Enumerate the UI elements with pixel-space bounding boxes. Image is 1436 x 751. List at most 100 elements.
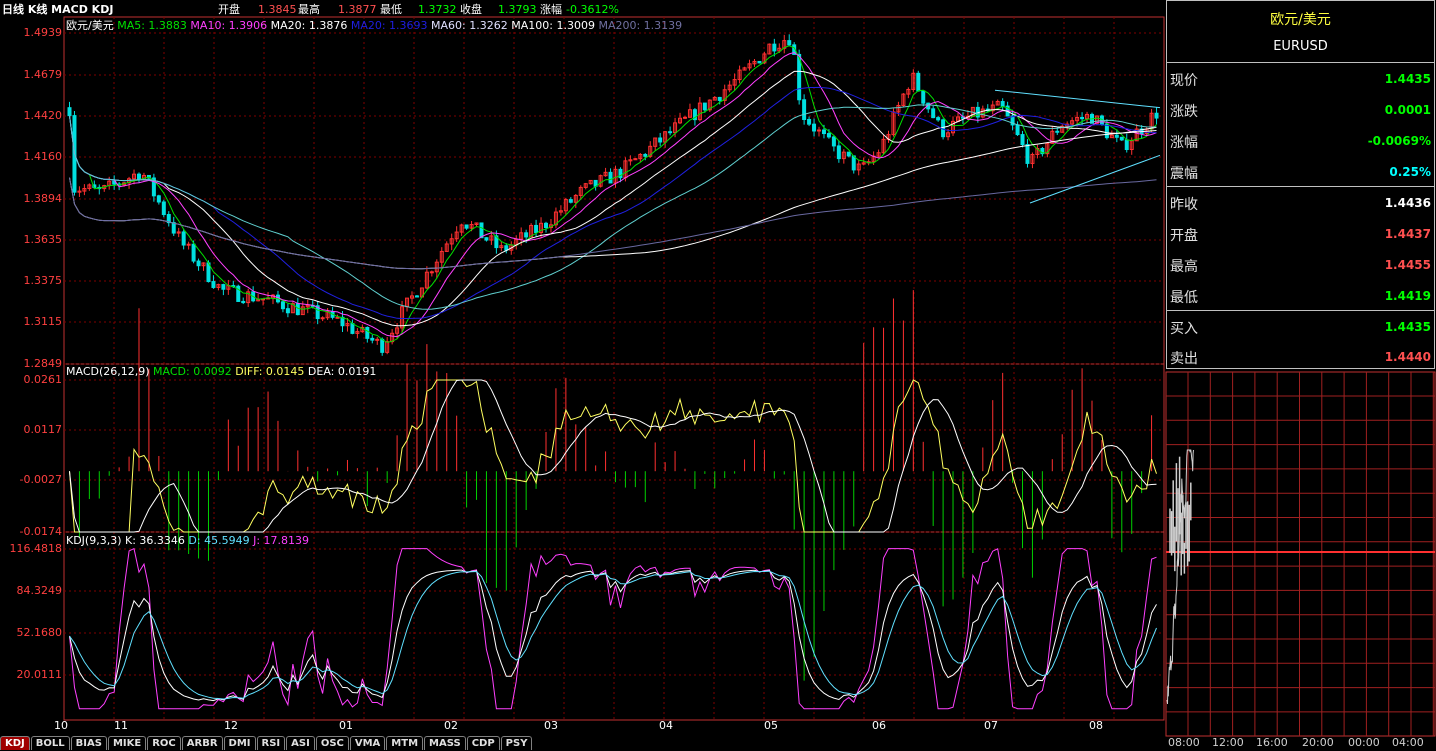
kdj-axis-tick: 52.1680: [16, 626, 63, 639]
tab-bias[interactable]: BIAS: [70, 736, 107, 750]
ma10-line: [69, 51, 1157, 338]
macd-dea-line: [69, 379, 1157, 533]
quote-row: 震幅 0.25%: [1167, 156, 1434, 187]
candle-body: [931, 108, 936, 119]
quote-divider: [1167, 186, 1434, 187]
quote-code: EURUSD: [1273, 39, 1328, 54]
candle-body: [484, 237, 489, 241]
quote-value: 1.4455: [1384, 258, 1431, 272]
trend-line-lower: [1029, 154, 1161, 204]
change-value: -0.3612%: [566, 3, 619, 16]
ma30-line: [69, 86, 1157, 319]
candle-body: [241, 300, 246, 304]
candle-body: [802, 99, 807, 120]
quote-row: 昨收 1.4436: [1167, 187, 1434, 218]
tab-mtm[interactable]: MTM: [386, 736, 424, 750]
tab-kdj[interactable]: KDJ: [0, 736, 30, 750]
quote-row: 涨幅 -0.0069%: [1167, 125, 1434, 156]
candle-body: [196, 260, 201, 267]
candle-body: [335, 316, 340, 319]
quote-label: 买入: [1170, 321, 1198, 337]
open-label: 开盘: [218, 3, 240, 16]
macd-axis-tick: 0.0117: [23, 423, 63, 436]
macd-axis-tick: -0.0027: [19, 473, 62, 486]
quote-value: 0.0001: [1384, 103, 1431, 117]
candle-body: [429, 271, 434, 274]
price-axis-tick: 1.4679: [23, 68, 63, 81]
tab-mike[interactable]: MIKE: [107, 736, 147, 750]
month-tick: 04: [659, 719, 673, 732]
tab-psy[interactable]: PSY: [500, 736, 533, 750]
candle-body: [171, 222, 176, 234]
candle-body: [350, 323, 355, 334]
candle-body: [375, 338, 380, 341]
month-tick: 01: [339, 719, 353, 732]
tab-mass[interactable]: MASS: [424, 736, 466, 750]
open-value: 1.3845: [258, 3, 297, 16]
month-tick: 10: [54, 719, 68, 732]
ma-legend-item: MA10: 1.3906: [186, 19, 268, 32]
quote-label: 涨幅: [1170, 135, 1198, 151]
candle-body: [161, 201, 166, 216]
quote-name: 欧元/美元: [1270, 12, 1331, 28]
low-label: 最低: [380, 3, 402, 16]
quote-value: 1.4419: [1384, 289, 1431, 303]
candle-body: [817, 129, 822, 132]
quote-label: 最高: [1170, 259, 1198, 275]
quote-panel: 欧元/美元 EURUSD 现价 1.4435 涨跌 0.0001 涨幅 -0.0069% 震…: [1166, 0, 1435, 369]
price-axis-tick: 1.2849: [23, 357, 63, 370]
tab-cdp[interactable]: CDP: [466, 736, 500, 750]
tab-dmi[interactable]: DMI: [223, 736, 256, 750]
low-value: 1.3732: [418, 3, 457, 16]
kdj-axis-tick: 84.3249: [16, 584, 63, 597]
macd-axis-tick: 0.0261: [23, 373, 63, 386]
price-axis-tick: 1.4420: [23, 109, 63, 122]
candle-body: [757, 60, 762, 64]
candle-body: [1114, 134, 1119, 138]
quote-row: 最低 1.4419: [1167, 280, 1434, 311]
quote-label: 涨跌: [1170, 104, 1198, 120]
tab-asi[interactable]: ASI: [286, 736, 315, 750]
quote-label: 开盘: [1170, 228, 1198, 244]
tab-roc[interactable]: ROC: [147, 736, 181, 750]
kdj-j-line: [69, 547, 1157, 710]
price-axis-tick: 1.4939: [23, 26, 63, 39]
candle-body: [479, 222, 484, 239]
quote-value: 0.25%: [1389, 165, 1431, 179]
tab-osc[interactable]: OSC: [315, 736, 349, 750]
macd-legend-name: MACD(26,12,9): [66, 365, 150, 378]
ma-legend-item: MA60: 1.3262: [427, 19, 508, 32]
candle-body: [186, 243, 191, 246]
ma-legend-item: MA5: 1.3883: [117, 19, 187, 32]
tab-arbr[interactable]: ARBR: [181, 736, 223, 750]
price-axis-tick: 1.3635: [23, 233, 63, 246]
kdj-k-line: [69, 569, 1157, 702]
macd-diff-line: [69, 379, 1157, 533]
tab-boll[interactable]: BOLL: [30, 736, 70, 750]
candle-body: [211, 281, 216, 288]
chart-title: 日线 K线 MACD KDJ: [2, 3, 114, 16]
quote-row: 买入 1.4435: [1167, 311, 1434, 342]
candle-body: [380, 338, 385, 353]
time-tick: 04:00: [1392, 736, 1424, 749]
quote-value: 1.4435: [1384, 320, 1431, 334]
kdj-legend-item: D: 45.5949: [184, 534, 250, 547]
macd-legend-item: MACD: 0.0092: [153, 365, 232, 378]
quote-label: 现价: [1170, 73, 1198, 89]
quote-label: 卖出: [1170, 351, 1198, 367]
quote-row: 卖出 1.4440: [1167, 341, 1434, 372]
candle-body: [772, 43, 777, 52]
tab-vma[interactable]: VMA: [349, 736, 386, 750]
macd-axis-tick: -0.0174: [19, 525, 62, 538]
candle-body: [365, 326, 370, 339]
quote-value: 1.4436: [1384, 196, 1431, 210]
kdj-d-line: [69, 570, 1157, 700]
quote-row: 开盘 1.4437: [1167, 218, 1434, 249]
quote-row: 现价 1.4435: [1167, 63, 1434, 94]
candle-body: [181, 231, 186, 246]
price-axis-tick: 1.3375: [23, 274, 63, 287]
candle-body: [295, 303, 300, 316]
ma60-line: [69, 104, 1157, 310]
tab-rsi[interactable]: RSI: [256, 736, 286, 750]
ma-legend-item: MA20: 1.3876: [267, 19, 348, 32]
